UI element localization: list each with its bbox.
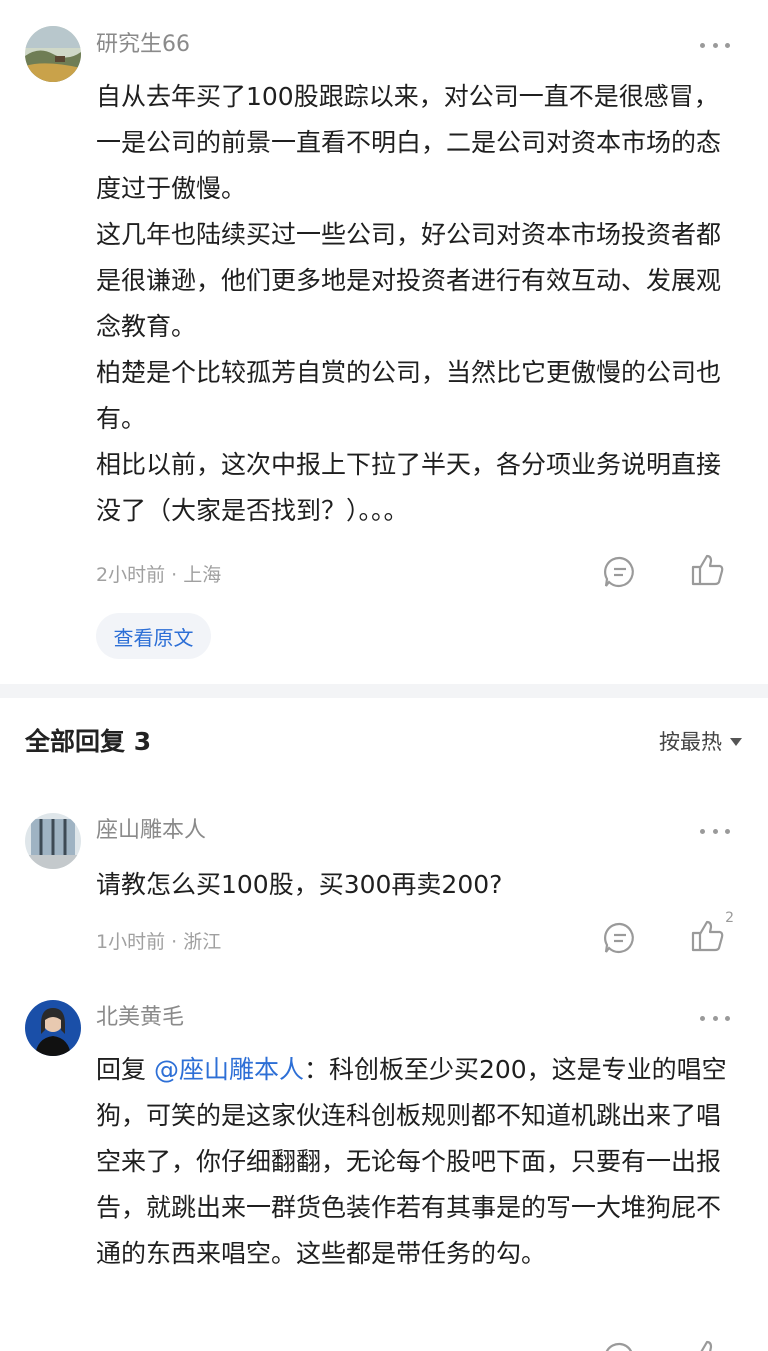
original-post: 研究生66 自从去年买了100股跟踪以来，对公司一直不是很感冒，一是公司的前景一… [0,0,768,684]
comment-icon[interactable] [600,1338,640,1351]
like-icon[interactable] [688,550,728,590]
post-paragraph: 相比以前，这次中报上下拉了半天，各分项业务说明直接没了（大家是否找到？）。。。 [96,450,722,525]
reply-prefix: 回复 [96,1055,154,1084]
caret-down-icon [730,738,742,746]
mention-link[interactable]: @座山雕本人 [154,1055,304,1084]
reply-text: 回复 @座山雕本人：科创板至少买200，这是专业的唱空狗，可笑的是这家伙连科创板… [96,1047,736,1277]
section-divider [0,684,768,698]
reply-avatar[interactable] [25,1000,81,1056]
reply-body: ：科创板至少买200，这是专业的唱空狗，可笑的是这家伙连科创板规则都不知道机跳出… [96,1055,727,1268]
more-options-icon[interactable] [700,826,730,836]
post-meta: 2小时前 · 上海 [96,564,222,586]
like-icon[interactable]: 2 [688,910,734,956]
like-icon[interactable] [688,1336,728,1351]
reply-avatar[interactable] [25,813,81,869]
view-original-button[interactable]: 查看原文 [96,613,211,659]
reply-text: 请教怎么买100股，买300再卖200? [96,870,503,899]
post-paragraph: 这几年也陆续买过一些公司，好公司对资本市场投资者都是很谦逊，他们更多地是对投资者… [96,220,722,341]
author-avatar[interactable] [25,26,81,82]
reply-meta: 1小时前 · 浙江 [96,931,222,953]
more-options-icon[interactable] [700,1013,730,1023]
sort-label: 按最热 [659,730,722,754]
comment-icon[interactable] [600,918,640,958]
comment-icon[interactable] [600,552,640,592]
author-name[interactable]: 研究生66 [96,30,190,60]
reply-author[interactable]: 北美黄毛 [96,1003,184,1033]
sort-dropdown[interactable]: 按最热 [659,728,742,756]
reply-author[interactable]: 座山雕本人 [96,816,206,846]
post-paragraph: 柏楚是个比较孤芳自赏的公司，当然比它更傲慢的公司也有。 [96,358,722,433]
like-count: 2 [725,910,734,926]
replies-header: 全部回复 3 按最热 [0,698,768,788]
replies-title: 全部回复 3 [25,727,152,756]
more-options-icon[interactable] [700,40,730,50]
post-paragraph: 自从去年买了100股跟踪以来，对公司一直不是很感冒，一是公司的前景一直看不明白，… [96,82,722,203]
post-content: 自从去年买了100股跟踪以来，对公司一直不是很感冒，一是公司的前景一直看不明白，… [96,74,736,534]
